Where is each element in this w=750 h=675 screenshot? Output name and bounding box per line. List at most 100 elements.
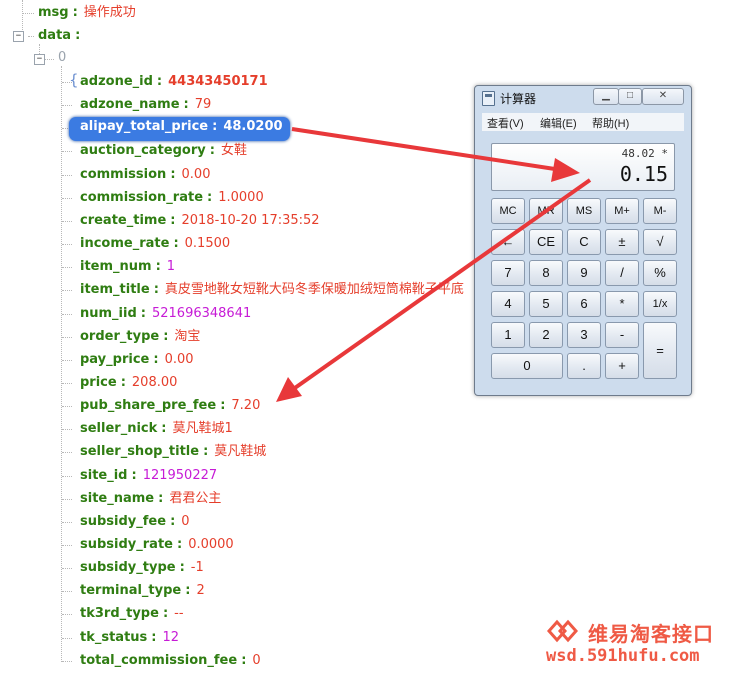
value-text: -1 [190,560,204,575]
calc-key-negate-button[interactable]: ± [605,229,639,255]
calc-key-ce-button[interactable]: CE [529,229,563,255]
tree-row-pay-price[interactable]: pay_price:0.00 [80,349,194,371]
brace-marker-icon: { [69,71,79,89]
calc-key-sqrt-button[interactable]: √ [643,229,677,255]
calc-key-multiply-button[interactable]: * [605,291,639,317]
calc-key-ms-button[interactable]: MS [567,198,601,224]
key-label: num_iid [80,306,137,321]
calc-key-5-button[interactable]: 5 [529,291,563,317]
key-label: auction_category [80,143,206,158]
calc-key-equals-button[interactable]: = [643,322,677,379]
value-text: 2 [196,583,205,598]
calc-key-backspace-button[interactable]: ← [491,229,525,255]
key-label: seller_nick [80,421,158,436]
tree-row-site-name[interactable]: site_name: 君君公主 [80,488,221,510]
calc-key-mminus-button[interactable]: M- [643,198,677,224]
tree-row-order-type[interactable]: order_type: 淘宝 [80,326,200,348]
tree-row-num-iid[interactable]: num_iid:521696348641 [80,303,251,325]
value-text: 79 [194,97,212,112]
calc-key-0-button[interactable]: 0 [491,353,563,379]
array-index-label: 0 [58,50,67,65]
tree-row-total-commission-fee[interactable]: total_commission_fee:0 [80,650,261,672]
tree-row-pub-share-pre-fee[interactable]: pub_share_pre_fee:7.20 [80,395,260,417]
value-text: 0 [252,653,261,668]
calc-key-3-button[interactable]: 3 [567,322,601,348]
key-label: pub_share_pre_fee [80,398,217,413]
value-text: 0.00 [181,167,211,182]
tree-row-item-title[interactable]: item_title: 真皮雪地靴女短靴大码冬季保暖加绒短筒棉靴子平底 [80,279,464,301]
key-label: tk_status [80,630,148,645]
key-label: subsidy_type [80,560,176,575]
calc-key-4-button[interactable]: 4 [491,291,525,317]
tree-row-subsidy-rate[interactable]: subsidy_rate:0.0000 [80,534,234,556]
tree-row-alipay-total-price[interactable]: alipay_total_price:48.0200 [80,116,283,138]
key-label: adzone_name [80,97,180,112]
tree-row-commission[interactable]: commission:0.00 [80,164,210,186]
calc-key-decimal-button[interactable]: . [567,353,601,379]
value-text: 44343450171 [168,74,268,89]
calculator-menubar: 查看(V) 编辑(E) 帮助(H) [482,113,684,131]
calc-key-mplus-button[interactable]: M+ [605,198,639,224]
minimize-button[interactable]: ▁ [593,88,619,105]
calc-key-1dividex-button[interactable]: 1/x [643,291,677,317]
key-label: order_type [80,329,160,344]
value-text: 121950227 [142,468,218,483]
tree-row-subsidy-fee[interactable]: subsidy_fee:0 [80,511,190,533]
tree-row-create-time[interactable]: create_time:2018-10-20 17:35:52 [80,210,320,232]
key-label: alipay_total_price [80,119,209,134]
tree-row-tk-status[interactable]: tk_status:12 [80,627,179,649]
calculator-app-icon [482,91,495,106]
calculator-titlebar[interactable]: 计算器 ▁ □ ✕ [475,86,691,110]
calc-key-c-button[interactable]: C [567,229,601,255]
calc-key-plus-button[interactable]: + [605,353,639,379]
collapse-toggle-data[interactable]: − [13,31,24,42]
key-label: msg [38,5,69,20]
tree-row-income-rate[interactable]: income_rate:0.1500 [80,233,230,255]
calc-key-percent-button[interactable]: % [643,260,677,286]
tree-row-auction-category[interactable]: auction_category: 女鞋 [80,140,247,162]
value-text: 0.1500 [184,236,231,251]
tree-row-adzone-name[interactable]: adzone_name:79 [80,94,211,116]
value-text: 操作成功 [83,5,136,20]
calc-key-2-button[interactable]: 2 [529,322,563,348]
tree-row-terminal-type[interactable]: terminal_type:2 [80,580,205,602]
value-text: 7.20 [231,398,261,413]
calc-key-divide-button[interactable]: / [605,260,639,286]
close-button[interactable]: ✕ [642,88,684,105]
key-label: subsidy_fee [80,514,167,529]
menu-view[interactable]: 查看(V) [487,115,524,131]
value-text: 208.00 [131,375,178,390]
value-text: 1.0000 [218,190,264,205]
value-text: 12 [162,630,180,645]
tree-row-msg[interactable]: msg: 操作成功 [38,2,136,24]
tree-row-price[interactable]: price:208.00 [80,372,177,394]
tree-row-subsidy-type[interactable]: subsidy_type: -1 [80,557,204,579]
calc-key-mc-button[interactable]: MC [491,198,525,224]
key-label: subsidy_rate [80,537,173,552]
tree-row-adzone-id[interactable]: adzone_id:44343450171 [80,71,268,93]
tree-row-item-num[interactable]: item_num:1 [80,256,175,278]
calc-key-7-button[interactable]: 7 [491,260,525,286]
tree-row-data[interactable]: data: [38,25,86,47]
tree-row-seller-nick[interactable]: seller_nick: 莫凡鞋城1 [80,418,233,440]
key-label: income_rate [80,236,170,251]
calc-key-8-button[interactable]: 8 [529,260,563,286]
value-text: -- [174,606,184,621]
key-label: site_id [80,468,128,483]
menu-edit[interactable]: 编辑(E) [540,115,577,131]
calc-key-6-button[interactable]: 6 [567,291,601,317]
collapse-toggle-item-0[interactable]: − [34,54,45,65]
menu-help[interactable]: 帮助(H) [592,115,629,131]
maximize-button[interactable]: □ [618,88,642,105]
tree-row-seller-shop-title[interactable]: seller_shop_title: 莫凡鞋城 [80,441,266,463]
calc-key-mr-button[interactable]: MR [529,198,563,224]
calc-key-1-button[interactable]: 1 [491,322,525,348]
value-text: 君君公主 [169,491,222,506]
tree-row-site-id[interactable]: site_id:121950227 [80,465,217,487]
calc-key-9-button[interactable]: 9 [567,260,601,286]
key-label: data [38,28,72,43]
calculator-window: 计算器 ▁ □ ✕ 查看(V) 编辑(E) 帮助(H) 48.02 * 0.15… [474,85,692,396]
tree-row-tk3rd-type[interactable]: tk3rd_type: -- [80,603,184,625]
calc-key-minus-button[interactable]: - [605,322,639,348]
tree-row-commission-rate[interactable]: commission_rate:1.0000 [80,187,264,209]
